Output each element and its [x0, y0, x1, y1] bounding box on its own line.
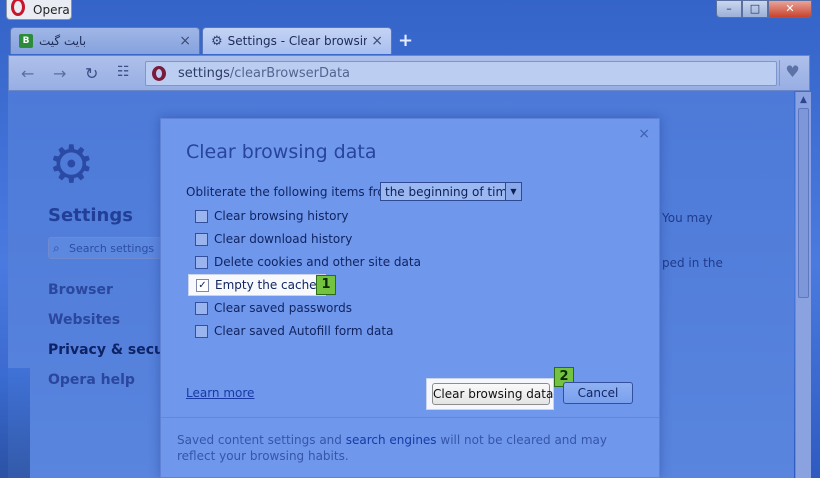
time-range-label: Obliterate the following items from: [186, 185, 401, 199]
option-label: Clear download history [214, 232, 353, 246]
new-tab-plus-icon[interactable]: + [398, 30, 413, 51]
close-icon[interactable]: × [638, 126, 650, 142]
bytegate-favicon-icon: B [19, 34, 33, 48]
divider [161, 417, 659, 418]
checkbox-checked[interactable]: ✓ [196, 278, 209, 292]
learn-more-link[interactable]: Learn more [186, 386, 254, 400]
option-label: Clear saved passwords [214, 301, 352, 315]
sidebar-item-websites[interactable]: Websites [48, 312, 120, 328]
highlight-box: Clear browsing data [426, 378, 554, 410]
option-saved-passwords[interactable]: Clear saved passwords [195, 299, 352, 317]
tab-bytegate[interactable]: B بایت گیت × [10, 27, 200, 54]
url-text: settings/clearBrowserData [178, 66, 351, 81]
option-label: Empty the cache [215, 278, 317, 292]
page-text-fragment: ped in the [662, 256, 723, 270]
back-arrow-icon[interactable]: ← [21, 64, 34, 83]
option-empty-cache[interactable]: ✓ Empty the cache [188, 274, 326, 296]
minimize-button[interactable]: – [716, 0, 742, 18]
option-label: Clear saved Autofill form data [214, 324, 394, 338]
dialog-title: Clear browsing data [186, 141, 377, 163]
opera-o-icon [152, 66, 166, 81]
opera-menu-button[interactable]: Opera [6, 0, 72, 20]
clear-browsing-data-button[interactable]: Clear browsing data [432, 383, 553, 405]
settings-gear-icon: ⚙ [48, 135, 95, 195]
search-engines-link[interactable]: search engines [346, 433, 437, 447]
settings-title: Settings [48, 205, 133, 226]
heart-icon[interactable]: ♥ [779, 60, 805, 86]
tab-title: Settings - Clear browsing d [227, 34, 368, 48]
tab-title: بایت گیت [39, 34, 87, 48]
checkbox[interactable] [195, 232, 208, 246]
checkbox[interactable] [195, 301, 208, 315]
background-wallpaper [0, 368, 30, 478]
step-marker-1: 1 [316, 275, 336, 295]
option-label: Delete cookies and other site data [214, 255, 421, 269]
chevron-down-icon: ▼ [505, 183, 521, 200]
option-cookies[interactable]: Delete cookies and other site data [195, 253, 421, 271]
gear-icon: ⚙ [211, 33, 223, 49]
forward-arrow-icon[interactable]: → [53, 64, 66, 83]
page-text-fragment: You may [662, 211, 713, 225]
toolbar: ← → ↻ ☷ settings/clearBrowserData ♥ [8, 55, 810, 91]
sidebar-item-browser[interactable]: Browser [48, 282, 113, 298]
dialog-footer-note: Saved content settings and search engine… [177, 433, 607, 463]
checkbox[interactable] [195, 209, 208, 223]
tab-settings[interactable]: ⚙ Settings - Clear browsing d × [202, 27, 392, 54]
time-range-value: the beginning of time [385, 185, 515, 199]
option-browsing-history[interactable]: Clear browsing history [195, 207, 349, 225]
clear-browsing-data-dialog: × Clear browsing data Obliterate the fol… [160, 118, 660, 478]
option-label: Clear browsing history [214, 209, 349, 223]
option-autofill[interactable]: Clear saved Autofill form data [195, 322, 393, 340]
checkbox[interactable] [195, 255, 208, 269]
sidebar-item-help[interactable]: Opera help [48, 372, 135, 388]
address-bar[interactable]: settings/clearBrowserData [145, 61, 777, 86]
search-placeholder: Search settings [69, 242, 155, 255]
speed-dial-grid-icon[interactable]: ☷ [117, 64, 130, 80]
close-tab-icon[interactable]: × [371, 33, 383, 49]
time-range-select[interactable]: the beginning of time ▼ [380, 182, 522, 201]
page-scrollbar[interactable]: ▲ [795, 92, 811, 478]
option-download-history[interactable]: Clear download history [195, 230, 352, 248]
scroll-up-arrow-icon[interactable]: ▲ [796, 92, 811, 108]
browser-window: Opera – □ ✕ B بایت گیت × ⚙ Settings - Cl… [0, 0, 820, 478]
close-window-button[interactable]: ✕ [768, 0, 812, 18]
close-tab-icon[interactable]: × [179, 33, 191, 49]
opera-logo-icon [11, 0, 25, 16]
window-controls: – □ ✕ [716, 0, 812, 20]
opera-menu-label: Opera [33, 3, 70, 17]
cancel-button[interactable]: Cancel [563, 382, 633, 404]
search-icon: ⌕ [53, 241, 60, 255]
reload-icon[interactable]: ↻ [85, 64, 98, 83]
checkbox[interactable] [195, 324, 208, 338]
maximize-button[interactable]: □ [742, 0, 768, 18]
scroll-thumb[interactable] [798, 108, 809, 298]
